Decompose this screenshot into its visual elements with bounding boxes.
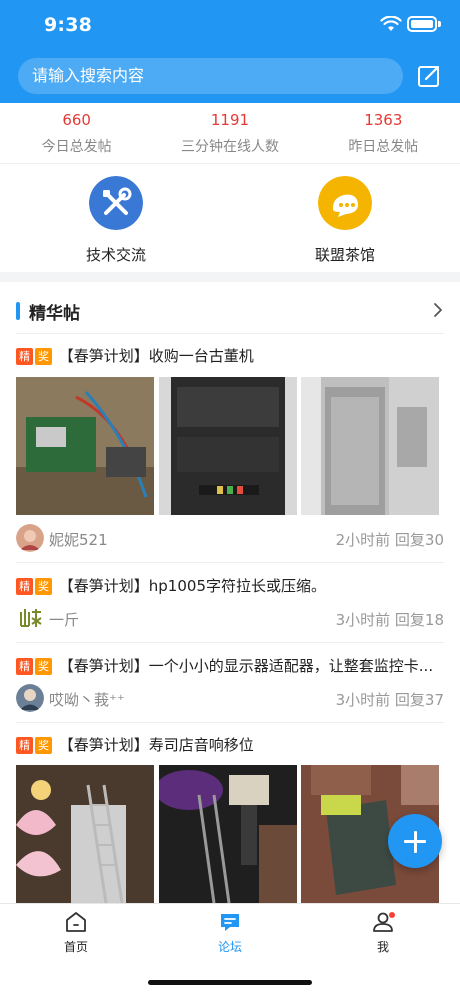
battery-icon [407, 16, 437, 32]
post-title: 【春笋计划】hp1005字符拉长或压缩。 [58, 577, 326, 595]
home-indicator [148, 980, 312, 985]
category-label: 技术交流 [85, 246, 146, 264]
search-input[interactable]: 请输入搜索内容 [18, 58, 403, 94]
forum-stats: 660 今日总发帖 1191 三分钟在线人数 1363 昨日总发帖 [0, 103, 460, 163]
tab-me[interactable]: 我 [343, 910, 423, 955]
section-title: 精华帖 [29, 304, 80, 324]
tab-label: 论坛 [217, 940, 242, 954]
author-name[interactable]: 一斤 [49, 609, 79, 630]
post-image[interactable] [16, 377, 154, 515]
tab-forum[interactable]: 论坛 [190, 910, 270, 955]
wifi-icon [380, 16, 402, 31]
post-title-row[interactable]: 精奖 【春笋计划】收购一台古董机 [16, 345, 446, 366]
new-post-button[interactable] [388, 814, 442, 868]
tag-featured: 精 [16, 737, 33, 754]
category-label: 联盟茶馆 [314, 246, 375, 264]
post-title-row[interactable]: 精奖 【春笋计划】一个小小的显示器适配器，让整套监控卡... [16, 655, 446, 676]
post-title: 【春笋计划】收购一台古董机 [58, 347, 254, 365]
post-title: 【春笋计划】一个小小的显示器适配器，让整套监控卡... [58, 657, 434, 675]
notification-dot [389, 912, 395, 918]
user-avatar[interactable] [16, 684, 44, 712]
tag-reward: 奖 [35, 348, 52, 365]
tag-reward: 奖 [35, 578, 52, 595]
chat-bubble-icon [318, 176, 372, 230]
post-time-replies: 2小时前 回复30 [335, 531, 444, 549]
post-title-row[interactable]: 精奖 【春笋计划】hp1005字符拉长或压缩。 [16, 575, 446, 596]
stat-value: 660 [62, 111, 91, 129]
divider [16, 642, 444, 643]
user-avatar[interactable] [16, 604, 44, 632]
post-title: 【春笋计划】寿司店音响移位 [58, 736, 254, 754]
tab-home[interactable]: 首页 [36, 910, 116, 955]
chevron-right-icon[interactable] [432, 302, 444, 318]
category-teahouse[interactable]: 联盟茶馆 [275, 176, 415, 265]
divider [16, 333, 444, 334]
author-name[interactable]: 哎呦丶莪⁺⁺ [49, 689, 125, 710]
divider [16, 722, 444, 723]
post-image[interactable] [159, 765, 297, 903]
forum-icon [221, 914, 239, 931]
featured-section-header[interactable]: 精华帖 [0, 290, 460, 332]
tag-featured: 精 [16, 578, 33, 595]
category-tech[interactable]: 技术交流 [46, 176, 186, 265]
tools-icon [89, 176, 143, 230]
post-image[interactable] [159, 377, 297, 515]
post-time-replies: 3小时前 回复37 [335, 691, 444, 709]
divider [16, 562, 444, 563]
stat-online-users: 1191 三分钟在线人数 [153, 103, 306, 163]
status-time: 9:38 [44, 14, 93, 36]
post-title-row[interactable]: 精奖 【春笋计划】寿司店音响移位 [16, 734, 446, 755]
stat-today-posts: 660 今日总发帖 [0, 103, 153, 163]
stat-value: 1363 [364, 111, 403, 129]
tab-label: 首页 [63, 940, 88, 954]
tag-reward: 奖 [35, 658, 52, 675]
stat-label: 昨日总发帖 [348, 139, 419, 155]
tag-reward: 奖 [35, 737, 52, 754]
app-header: 9:38 请输入搜索内容 [0, 0, 460, 103]
compose-icon[interactable] [416, 63, 442, 89]
post-image[interactable] [16, 765, 154, 903]
stat-yesterday-posts: 1363 昨日总发帖 [307, 103, 460, 163]
post-meta: 一斤 3小时前 回复18 [16, 604, 444, 632]
post-meta: 哎呦丶莪⁺⁺ 3小时前 回复37 [16, 684, 444, 712]
stat-label: 今日总发帖 [41, 139, 112, 155]
post-time-replies: 3小时前 回复18 [335, 611, 444, 629]
section-gap [0, 272, 460, 282]
category-grid: 技术交流 联盟茶馆 [0, 164, 460, 272]
tag-featured: 精 [16, 658, 33, 675]
post-meta: 妮妮521 2小时前 回复30 [16, 524, 444, 552]
stat-value: 1191 [210, 111, 250, 129]
tag-featured: 精 [16, 348, 33, 365]
battery-tip [438, 21, 441, 27]
post-image[interactable] [301, 377, 439, 515]
section-accent-bar [16, 302, 20, 320]
user-avatar[interactable] [16, 524, 44, 552]
home-icon [66, 912, 86, 932]
status-bar: 9:38 [0, 0, 460, 50]
stat-label: 三分钟在线人数 [180, 139, 279, 155]
author-name[interactable]: 妮妮521 [49, 529, 108, 550]
tab-label: 我 [376, 940, 389, 954]
